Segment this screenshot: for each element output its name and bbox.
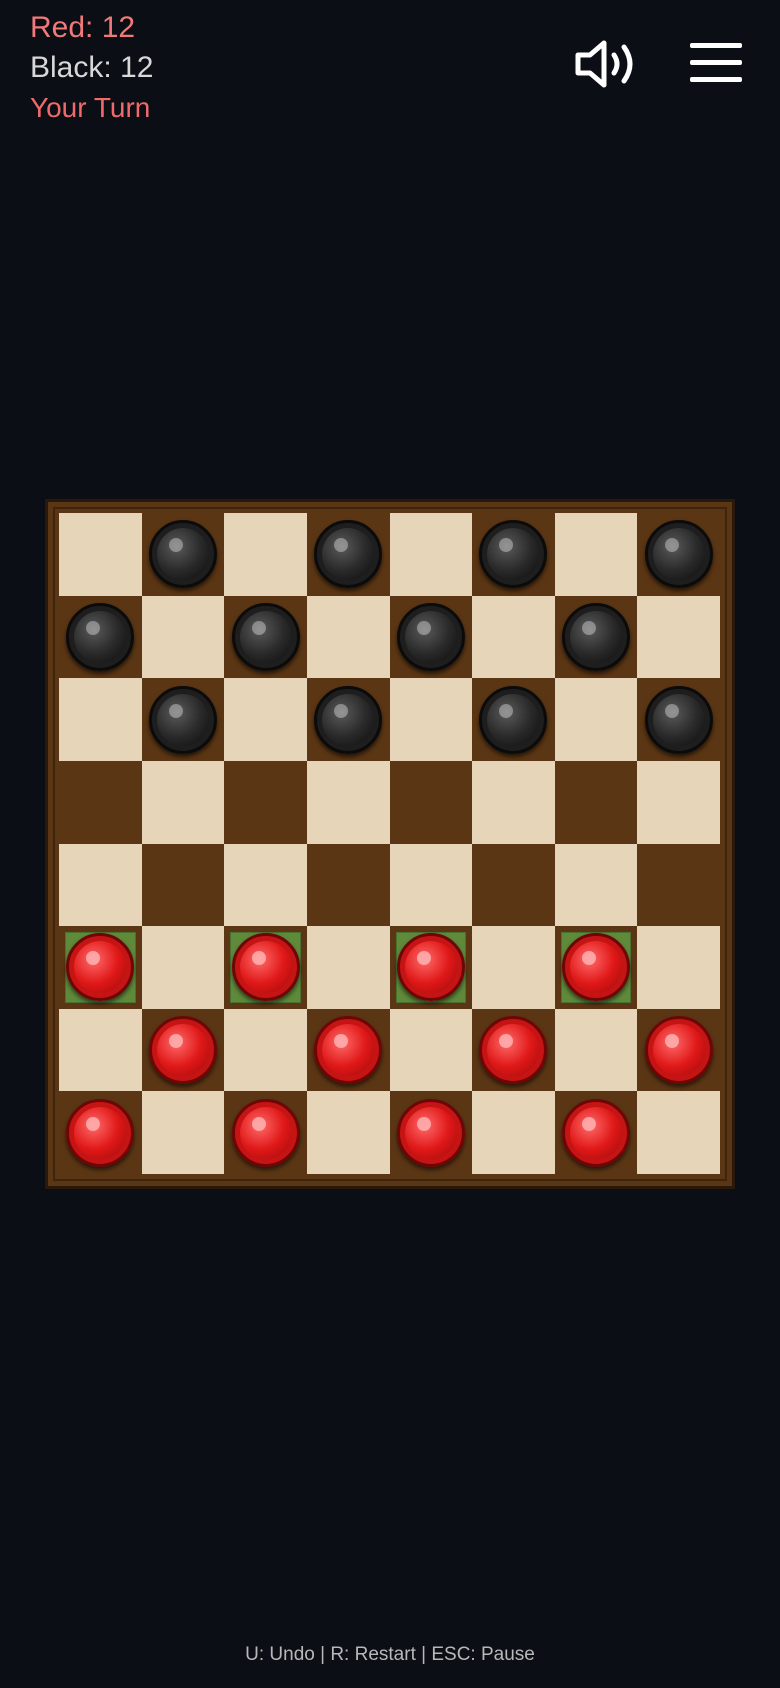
square-r1-c6[interactable]	[554, 595, 638, 679]
square-r1-c0[interactable]	[59, 595, 142, 679]
square-r7-c0[interactable]	[59, 1091, 142, 1174]
movable-square-r5-c2[interactable]	[224, 926, 307, 1009]
square-r2-c3[interactable]	[306, 678, 390, 761]
square-r1-c5	[472, 595, 555, 679]
square-r3-c5	[472, 760, 555, 844]
square-r0-c1[interactable]	[141, 513, 225, 596]
square-r6-c4	[389, 1008, 473, 1092]
square-r5-c5	[472, 926, 555, 1009]
red-checker-piece[interactable]	[644, 1016, 713, 1085]
square-r1-c3	[306, 595, 390, 679]
black-checker-piece	[479, 520, 548, 589]
black-checker-piece	[644, 685, 713, 754]
square-r6-c0	[59, 1008, 142, 1092]
red-checker-piece[interactable]	[396, 1098, 465, 1167]
square-r4-c2	[224, 843, 307, 927]
square-r1-c7	[637, 595, 720, 679]
movable-square-r5-c4[interactable]	[389, 926, 473, 1009]
square-r6-c3[interactable]	[306, 1008, 390, 1092]
score-panel: Red: 12 Black: 12 Your Turn	[30, 8, 153, 128]
square-r4-c5[interactable]	[472, 843, 555, 927]
square-r2-c1[interactable]	[141, 678, 225, 761]
square-r5-c1	[141, 926, 225, 1009]
square-r2-c0	[59, 678, 142, 761]
square-r1-c4[interactable]	[389, 595, 473, 679]
movable-square-r5-c6[interactable]	[554, 926, 638, 1009]
square-r0-c5[interactable]	[472, 513, 555, 596]
black-checker-piece	[644, 520, 713, 589]
red-checker-piece[interactable]	[479, 1016, 548, 1085]
square-r7-c6[interactable]	[554, 1091, 638, 1174]
square-r4-c1[interactable]	[141, 843, 225, 927]
black-checker-piece	[231, 602, 300, 671]
square-r0-c3[interactable]	[306, 513, 390, 596]
square-r6-c2	[224, 1008, 307, 1092]
square-r3-c6[interactable]	[554, 760, 638, 844]
square-r3-c7	[637, 760, 720, 844]
square-r7-c3	[306, 1091, 390, 1174]
square-r7-c5	[472, 1091, 555, 1174]
checkers-board	[59, 513, 720, 1174]
square-r0-c0	[59, 513, 142, 596]
square-r0-c7[interactable]	[637, 513, 720, 596]
square-r4-c6	[554, 843, 638, 927]
black-checker-piece	[314, 685, 383, 754]
movable-square-r5-c0[interactable]	[59, 926, 142, 1009]
square-r1-c1	[141, 595, 225, 679]
keyboard-shortcuts-hint: U: Undo | R: Restart | ESC: Pause	[245, 1644, 535, 1665]
black-checker-piece	[148, 685, 217, 754]
red-checker-piece[interactable]	[148, 1016, 217, 1085]
turn-indicator: Your Turn	[30, 92, 151, 123]
square-r4-c0	[59, 843, 142, 927]
square-r3-c2[interactable]	[224, 760, 307, 844]
red-checker-piece[interactable]	[562, 1098, 631, 1167]
red-checker-piece[interactable]	[314, 1016, 383, 1085]
square-r0-c2	[224, 513, 307, 596]
square-r1-c2[interactable]	[224, 595, 307, 679]
square-r3-c3	[306, 760, 390, 844]
square-r2-c4	[389, 678, 473, 761]
sound-toggle-button[interactable]	[572, 36, 642, 92]
black-checker-piece	[314, 520, 383, 589]
square-r3-c4[interactable]	[389, 760, 473, 844]
square-r7-c4[interactable]	[389, 1091, 473, 1174]
black-checker-piece	[396, 602, 465, 671]
red-score: Red: 12	[30, 11, 136, 44]
square-r3-c1	[141, 760, 225, 844]
square-r2-c5[interactable]	[472, 678, 555, 761]
hamburger-menu-icon	[690, 43, 742, 82]
black-score: Black: 12	[30, 51, 154, 84]
square-r7-c1	[141, 1091, 225, 1174]
square-r4-c7[interactable]	[637, 843, 720, 927]
red-checker-piece[interactable]	[231, 1098, 300, 1167]
square-r6-c6	[554, 1008, 638, 1092]
red-checker-piece[interactable]	[231, 933, 300, 1002]
square-r2-c6	[554, 678, 638, 761]
black-checker-piece	[479, 685, 548, 754]
square-r4-c3[interactable]	[306, 843, 390, 927]
square-r7-c2[interactable]	[224, 1091, 307, 1174]
menu-button[interactable]	[688, 40, 744, 86]
red-checker-piece[interactable]	[66, 1098, 135, 1167]
square-r2-c7[interactable]	[637, 678, 720, 761]
square-r5-c3	[306, 926, 390, 1009]
red-checker-piece[interactable]	[396, 933, 465, 1002]
black-checker-piece	[148, 520, 217, 589]
square-r2-c2	[224, 678, 307, 761]
square-r5-c7	[637, 926, 720, 1009]
black-checker-piece	[562, 602, 631, 671]
square-r6-c7[interactable]	[637, 1008, 720, 1092]
square-r6-c5[interactable]	[472, 1008, 555, 1092]
speaker-volume-icon	[575, 40, 633, 88]
square-r3-c0[interactable]	[59, 760, 142, 844]
square-r6-c1[interactable]	[141, 1008, 225, 1092]
square-r0-c6	[554, 513, 638, 596]
square-r7-c7	[637, 1091, 720, 1174]
square-r4-c4	[389, 843, 473, 927]
black-checker-piece	[66, 602, 135, 671]
square-r0-c4	[389, 513, 473, 596]
red-checker-piece[interactable]	[562, 933, 631, 1002]
red-checker-piece[interactable]	[66, 933, 135, 1002]
